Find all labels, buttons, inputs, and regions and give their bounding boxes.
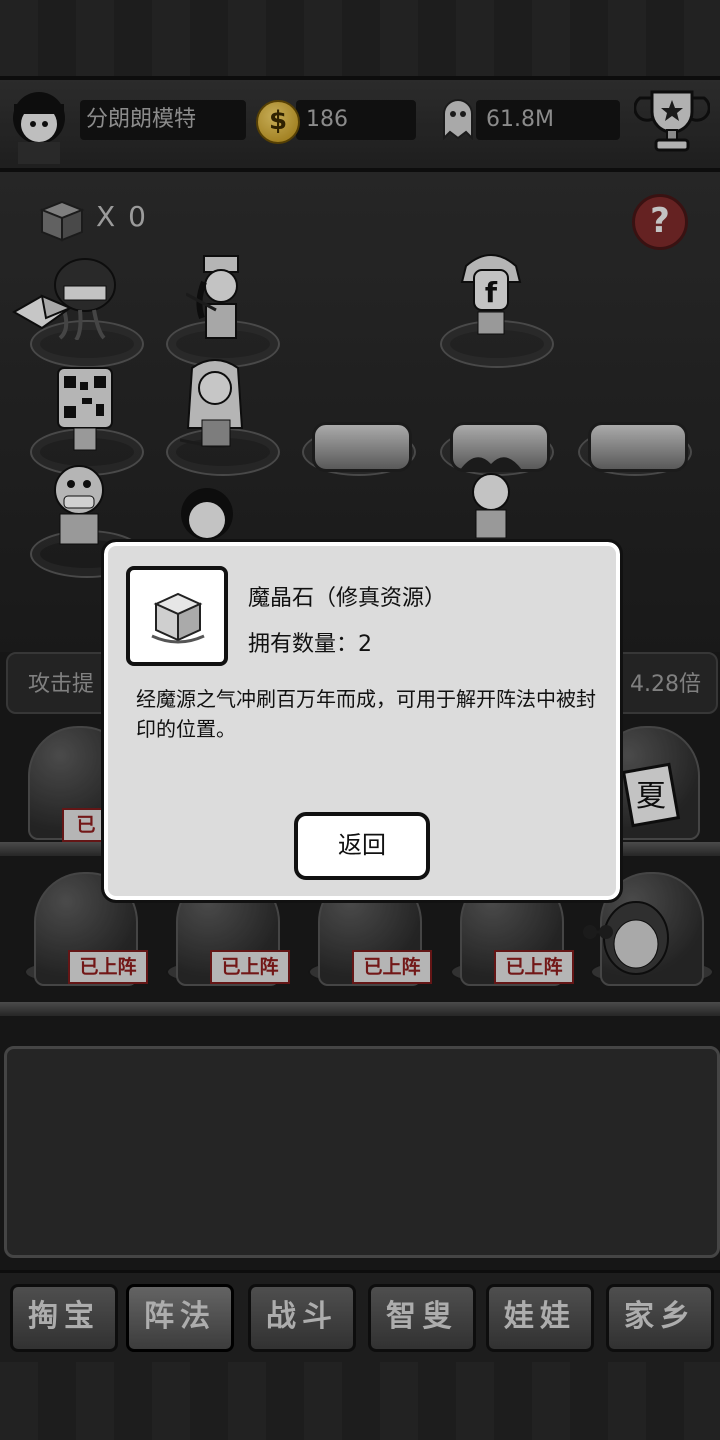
coin-count: 186 bbox=[306, 107, 348, 132]
soul-count: 61.8M bbox=[486, 107, 554, 132]
trophy-icon[interactable] bbox=[634, 86, 710, 158]
tab-battle[interactable]: 战斗 bbox=[248, 1284, 356, 1352]
coin-icon: $ bbox=[256, 100, 300, 144]
attack-bonus-label: 攻击提 bbox=[28, 672, 95, 697]
svg-text:f: f bbox=[485, 276, 498, 309]
back-button[interactable]: 返回 bbox=[294, 812, 430, 880]
sealed-slot[interactable] bbox=[312, 422, 412, 472]
top-decoration bbox=[0, 0, 720, 80]
item-name: 魔晶石（修真资源） bbox=[248, 586, 447, 611]
ghost-icon bbox=[443, 99, 473, 140]
magic-crystal-icon bbox=[39, 200, 85, 242]
deployed-sign: 已上阵 bbox=[494, 950, 574, 984]
player-avatar[interactable] bbox=[2, 84, 76, 164]
facebook-character[interactable]: f bbox=[456, 246, 526, 336]
qrcode-character[interactable] bbox=[50, 364, 120, 454]
soul-pill: 61.8M bbox=[476, 100, 620, 140]
swordsman-character[interactable] bbox=[180, 358, 250, 448]
crystal-count: X 0 bbox=[96, 200, 148, 233]
sealed-slot[interactable] bbox=[588, 422, 688, 472]
info-panel bbox=[4, 1046, 720, 1258]
item-icon-frame bbox=[126, 566, 228, 666]
svg-text:夏: 夏 bbox=[636, 779, 666, 814]
help-button[interactable]: ? bbox=[632, 194, 688, 250]
player-name-pill: 分朗朗模特 bbox=[80, 100, 246, 140]
empress-character[interactable] bbox=[456, 448, 526, 538]
tab-shop[interactable]: 掏宝 bbox=[10, 1284, 118, 1352]
magic-crystal-icon bbox=[151, 592, 205, 644]
attack-multiplier: 4.28倍 bbox=[630, 672, 701, 697]
tab-formation[interactable]: 阵法 bbox=[126, 1284, 234, 1352]
coin-pill: 186 bbox=[296, 100, 416, 140]
bottom-decoration bbox=[0, 1362, 720, 1440]
laughing-monk-character[interactable] bbox=[44, 456, 114, 546]
deployed-sign: 已上阵 bbox=[68, 950, 148, 984]
shelf-rail bbox=[0, 1002, 720, 1016]
paper-crane-icon[interactable] bbox=[12, 288, 72, 334]
item-quantity: 拥有数量：2 bbox=[248, 632, 372, 657]
bald-hero-character[interactable] bbox=[574, 892, 694, 982]
deployed-sign: 已上阵 bbox=[210, 950, 290, 984]
tab-sage[interactable]: 智叟 bbox=[368, 1284, 476, 1352]
player-name: 分朗朗模特 bbox=[86, 107, 197, 132]
nurse-character[interactable] bbox=[186, 252, 256, 342]
xia-scroll-character[interactable]: 夏 bbox=[616, 760, 686, 830]
deployed-sign: 已上阵 bbox=[352, 950, 432, 984]
item-description: 经魔源之气冲刷百万年而成，可用于解开阵法中被封印的位置。 bbox=[136, 687, 596, 741]
tab-dolls[interactable]: 娃娃 bbox=[486, 1284, 594, 1352]
deployed-sign: 已 bbox=[62, 808, 110, 842]
tab-hometown[interactable]: 家乡 bbox=[606, 1284, 714, 1352]
